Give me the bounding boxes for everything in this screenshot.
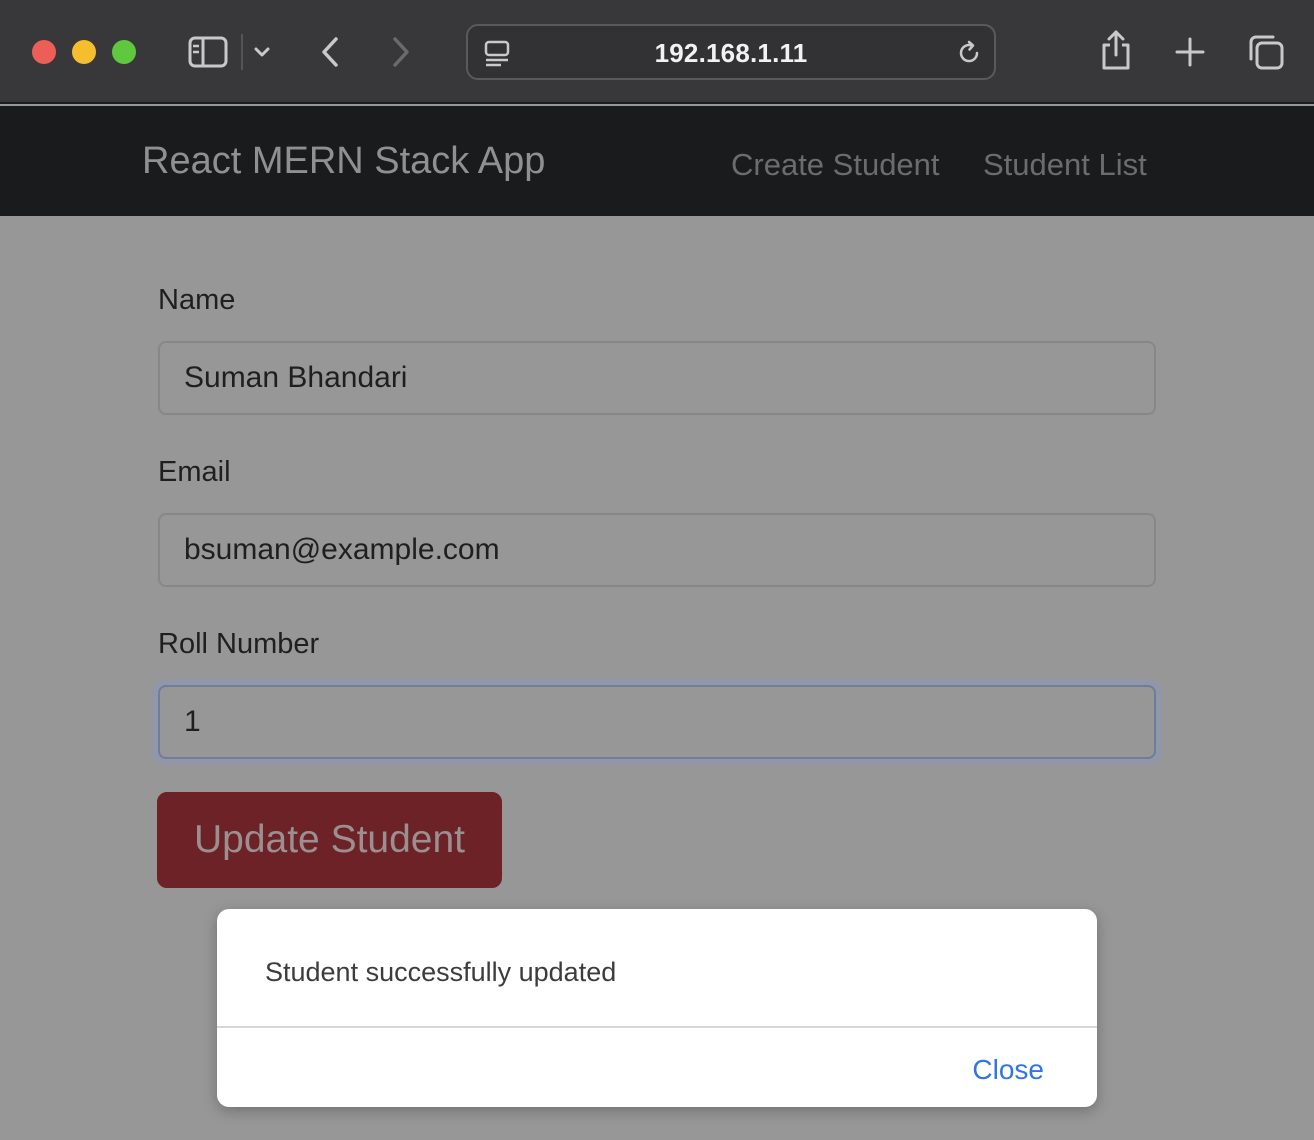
toolbar-divider: [241, 34, 243, 70]
roll-number-label: Roll Number: [158, 628, 320, 660]
success-dialog: Student successfully updated Close: [217, 909, 1097, 1107]
address-text[interactable]: 192.168.1.11: [468, 38, 994, 69]
roll-number-input[interactable]: [158, 685, 1156, 759]
close-window-button[interactable]: [32, 40, 56, 64]
email-input[interactable]: [158, 513, 1156, 587]
dialog-divider: [217, 1026, 1097, 1028]
back-arrow-icon[interactable]: [314, 34, 346, 70]
minimize-window-button[interactable]: [72, 40, 96, 64]
forward-arrow-icon[interactable]: [385, 34, 417, 70]
app-navbar: React MERN Stack App Create Student Stud…: [0, 106, 1314, 216]
sidebar-icon[interactable]: [186, 34, 230, 70]
browser-toolbar: 192.168.1.11: [0, 0, 1314, 104]
chevron-down-icon[interactable]: [252, 40, 272, 64]
nav-link-student-list[interactable]: Student List: [983, 147, 1147, 183]
dialog-message: Student successfully updated: [265, 957, 617, 987]
zoom-window-button[interactable]: [112, 40, 136, 64]
nav-link-create-student[interactable]: Create Student: [731, 147, 940, 183]
navbar-brand[interactable]: React MERN Stack App: [142, 140, 545, 183]
share-icon[interactable]: [1098, 28, 1134, 72]
dialog-close-button[interactable]: Close: [972, 1054, 1044, 1086]
update-student-button[interactable]: Update Student: [157, 792, 502, 888]
reload-icon[interactable]: [954, 38, 984, 68]
email-label: Email: [158, 456, 231, 488]
address-bar[interactable]: 192.168.1.11: [466, 24, 996, 80]
new-tab-icon[interactable]: [1172, 34, 1208, 70]
name-input[interactable]: [158, 341, 1156, 415]
tabs-overview-icon[interactable]: [1246, 32, 1286, 72]
name-label: Name: [158, 284, 236, 316]
